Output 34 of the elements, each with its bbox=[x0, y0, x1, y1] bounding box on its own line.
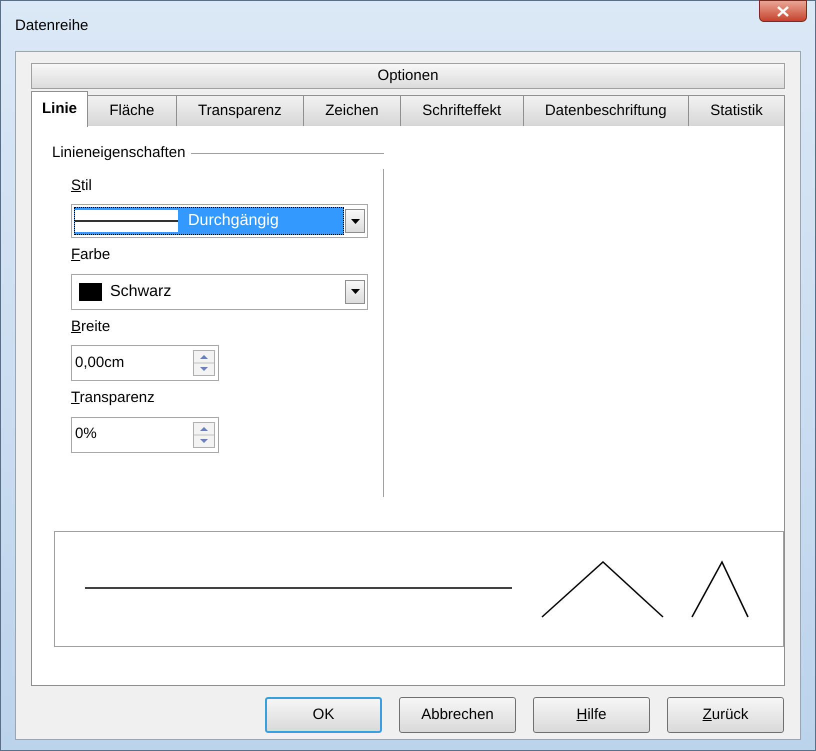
spin-field[interactable]: 0% bbox=[71, 416, 219, 452]
dialog-button[interactable]: Zurück bbox=[667, 697, 784, 733]
dropdown[interactable]: Schwarz bbox=[71, 274, 368, 310]
field-label: Stil bbox=[71, 176, 93, 196]
close-button[interactable] bbox=[759, 0, 807, 22]
dialog-button[interactable]: Hilfe bbox=[533, 697, 650, 733]
spin-arrows-icon[interactable] bbox=[193, 350, 215, 376]
spin-field[interactable]: 0,00cm bbox=[71, 345, 219, 381]
line-style-icon bbox=[75, 210, 178, 232]
field-value: 0,00cm bbox=[75, 352, 126, 373]
field-label: Farbe bbox=[71, 245, 112, 265]
tab[interactable]: Fläche bbox=[87, 95, 177, 127]
window-title: Datenreihe bbox=[15, 16, 88, 36]
tab[interactable]: Datenbeschriftung bbox=[522, 95, 689, 127]
dropdown-button[interactable] bbox=[345, 280, 365, 304]
field-label: Transparenz bbox=[71, 388, 156, 408]
close-icon bbox=[777, 6, 789, 16]
caret-icon bbox=[350, 218, 360, 224]
dropdown-button[interactable] bbox=[345, 209, 365, 233]
tab[interactable]: Linie bbox=[31, 91, 88, 127]
tab[interactable]: Transparenz bbox=[176, 95, 304, 127]
dropdown-value: Schwarz bbox=[110, 282, 172, 302]
group-title: Linieneigenschaften bbox=[52, 143, 186, 163]
caret-icon bbox=[350, 289, 360, 294]
field-label: Breite bbox=[71, 316, 112, 336]
tab[interactable]: Zeichen bbox=[302, 95, 401, 127]
field-value: 0% bbox=[75, 424, 98, 444]
spin-arrows-icon[interactable] bbox=[193, 422, 215, 448]
section-header: Optionen bbox=[31, 63, 785, 89]
dropdown-value: Durchgängig bbox=[188, 211, 279, 231]
tab[interactable]: Schrifteffekt bbox=[400, 95, 524, 127]
dialog-button[interactable]: Abbrechen bbox=[399, 697, 516, 733]
tab[interactable]: Statistik bbox=[688, 95, 786, 127]
dialog-button[interactable]: OK bbox=[265, 697, 382, 733]
